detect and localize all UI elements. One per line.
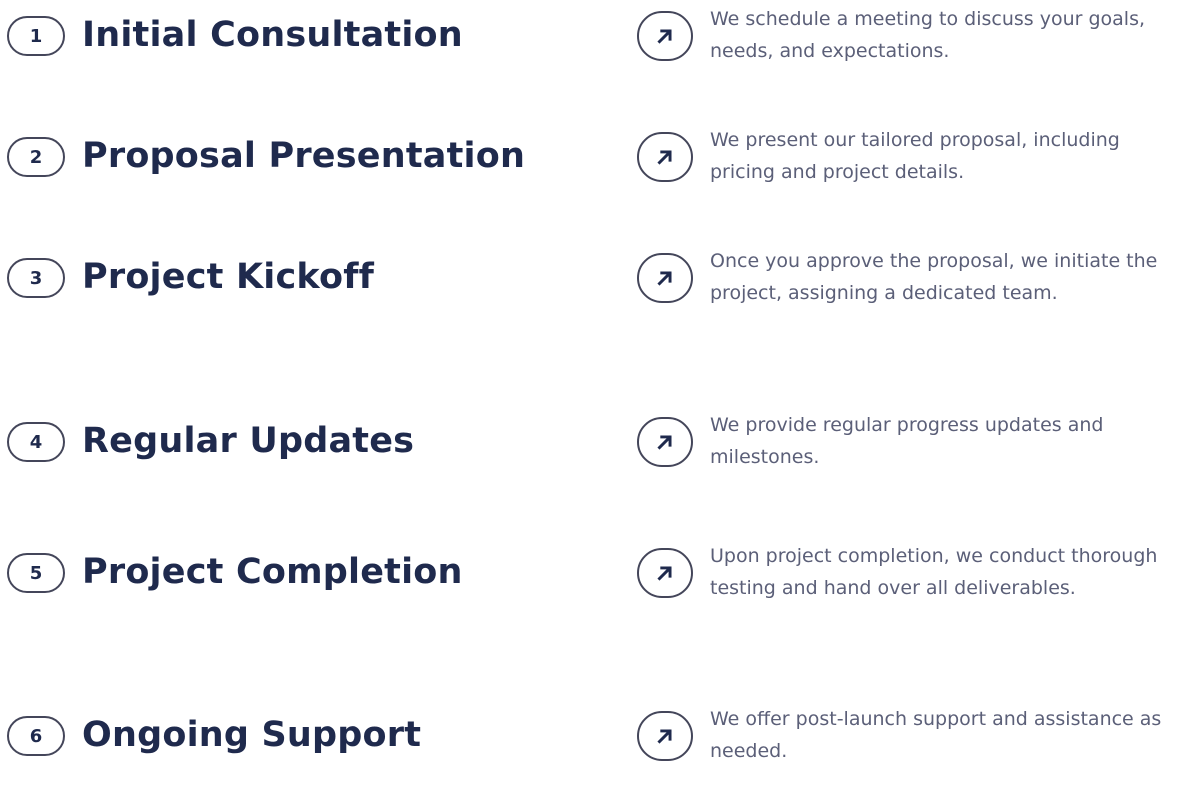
process-step-1: 1 Initial Consultation We schedule a mee… [0,0,1190,110]
step-title: Project Completion [82,552,463,592]
step-description: Upon project completion, we conduct thor… [710,545,1158,599]
process-step-6: 6 Ongoing Support We offer post-launch s… [0,700,1190,810]
step-number-badge: 3 [7,258,65,298]
arrow-up-right-icon [657,271,672,286]
step-arrow-button[interactable] [637,548,693,598]
process-step-4: 4 Regular Updates We provide regular pro… [0,406,1190,516]
arrow-up-right-icon [657,435,672,450]
step-title: Proposal Presentation [82,136,526,176]
step-number-badge: 2 [7,137,65,177]
step-arrow-button[interactable] [637,711,693,761]
step-title: Ongoing Support [82,715,422,755]
step-number-badge: 1 [7,16,65,56]
step-number-badge: 6 [7,716,65,756]
process-step-2: 2 Proposal Presentation We present our t… [0,121,1190,231]
arrow-up-right-icon [657,150,672,165]
step-arrow-button[interactable] [637,253,693,303]
step-number-badge: 4 [7,422,65,462]
process-step-5: 5 Project Completion Upon project comple… [0,537,1190,647]
step-arrow-button[interactable] [637,417,693,467]
step-description: We provide regular progress updates and … [710,414,1104,468]
step-description: Once you approve the proposal, we initia… [710,250,1158,304]
arrow-up-right-icon [657,729,672,744]
process-steps-list: 1 Initial Consultation We schedule a mee… [0,0,1190,779]
process-step-3: 3 Project Kickoff Once you approve the p… [0,242,1190,352]
arrow-up-right-icon [657,29,672,44]
step-description: We present our tailored proposal, includ… [710,129,1120,183]
step-description: We schedule a meeting to discuss your go… [710,8,1146,62]
step-arrow-button[interactable] [637,132,693,182]
step-arrow-button[interactable] [637,11,693,61]
step-title: Project Kickoff [82,257,375,297]
step-title: Initial Consultation [82,15,463,55]
step-title: Regular Updates [82,421,415,461]
arrow-up-right-icon [657,566,672,581]
step-number-badge: 5 [7,553,65,593]
step-description: We offer post-launch support and assista… [710,708,1162,762]
